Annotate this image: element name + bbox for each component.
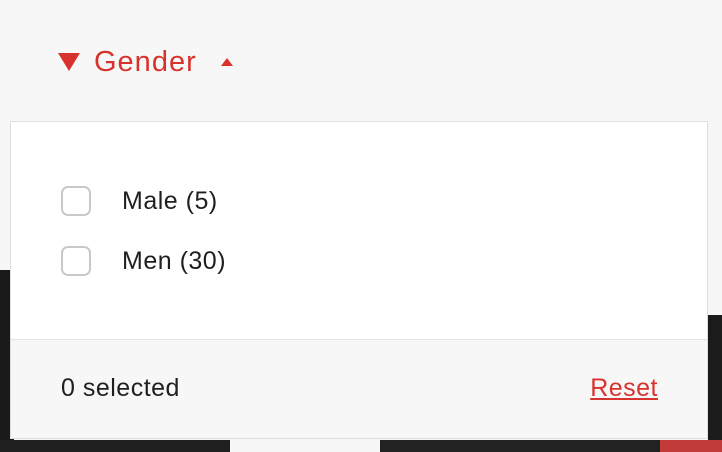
reset-link[interactable]: Reset: [590, 374, 658, 403]
option-male[interactable]: Male (5): [61, 184, 218, 218]
triangle-down-icon: [58, 53, 80, 71]
option-label: Male (5): [122, 186, 218, 215]
filter-footer: 0 selected Reset: [11, 339, 707, 438]
background-product-image-accent: [660, 440, 722, 452]
men-checkbox[interactable]: [61, 246, 91, 276]
filter-options-list: Male (5) Men (30): [11, 122, 707, 339]
background-product-image-right: [708, 315, 722, 452]
gender-filter-dropdown: Male (5) Men (30) 0 selected Reset: [10, 121, 708, 439]
filter-title: Gender: [94, 45, 197, 78]
background-product-image-left-bottom: [0, 440, 230, 452]
option-label: Men (30): [122, 246, 227, 275]
gender-filter-toggle[interactable]: Gender: [58, 40, 233, 84]
selected-count: 0 selected: [61, 374, 180, 402]
male-checkbox[interactable]: [61, 186, 91, 216]
caret-up-icon: [220, 58, 233, 66]
filter-header: Gender: [0, 0, 722, 122]
option-men[interactable]: Men (30): [61, 244, 226, 278]
